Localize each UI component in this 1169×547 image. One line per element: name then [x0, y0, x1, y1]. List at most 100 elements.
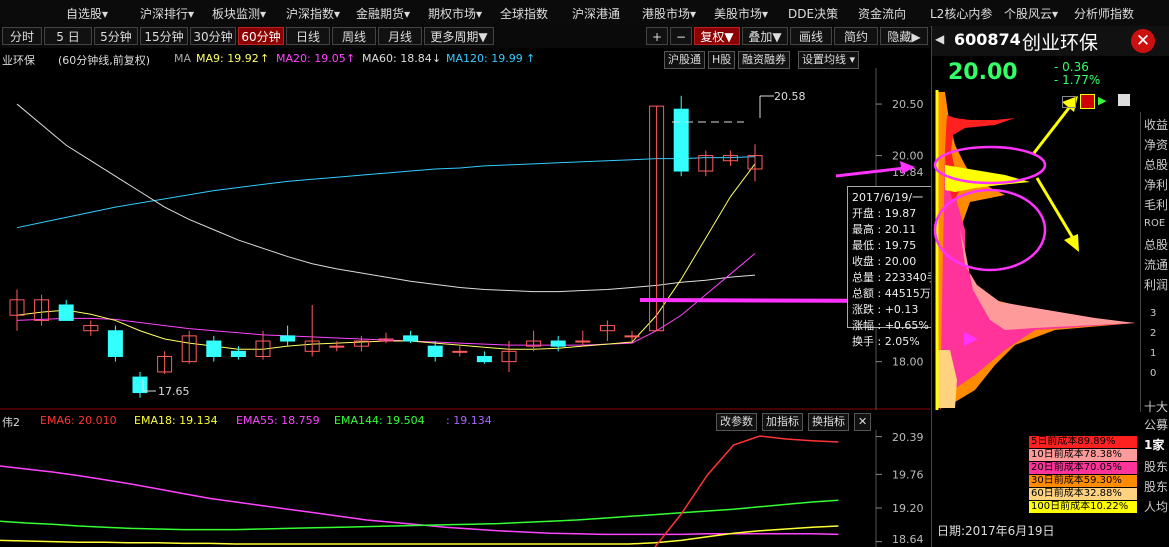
quote-header: ◀ 600874 创业环保 ✕: [932, 26, 1169, 56]
side-label: 净资: [1144, 138, 1169, 152]
ema-indicator-chart[interactable]: 20.39 19.76 19.20 18.64: [0, 430, 930, 547]
candle-body: [452, 350, 468, 353]
ema144-line: [0, 499, 839, 531]
period-month[interactable]: 月线: [378, 27, 422, 45]
list-icon[interactable]: [1062, 96, 1076, 108]
cost-row: 5日前成本89.89%: [1029, 436, 1137, 448]
candle-body: [403, 335, 419, 342]
cost-row: 60日前成本32.88%: [1029, 488, 1137, 500]
period-day[interactable]: 日线: [286, 27, 330, 45]
side-axis-label: 3: [1150, 308, 1157, 319]
arrow-down-icon: ↓: [432, 52, 442, 65]
chevron-left-icon[interactable]: ◀: [935, 32, 944, 46]
chart-desc-label: (60分钟线,前复权): [58, 54, 151, 67]
sub-legend-bar: 伟2 EMA6: 20.010 EMA18: 19.134 EMA55: 18.…: [0, 412, 930, 431]
sub-axis-label: 19.20: [892, 502, 924, 515]
menu-item[interactable]: 板块监测▾: [212, 5, 266, 22]
candle-body: [427, 345, 443, 357]
period-60min[interactable]: 60分钟: [238, 27, 284, 45]
ma120-line: [16, 156, 756, 229]
ema18-value: EMA18: 19.134: [134, 414, 218, 427]
ma-label: MA: [174, 52, 192, 65]
side-label: 总股: [1144, 238, 1169, 252]
ema144-value: EMA144: 19.504: [334, 414, 425, 427]
zoom-out-button[interactable]: −: [670, 27, 692, 45]
more-periods-button[interactable]: 更多周期▼: [424, 27, 494, 45]
menu-item[interactable]: 资金流向: [858, 5, 906, 22]
overlay-label: 叠加: [748, 30, 773, 44]
cost-row: 30日前成本59.30%: [1029, 475, 1137, 487]
extra-indicator-value: : 19.134: [446, 414, 492, 427]
draw-line-button[interactable]: 画线: [790, 27, 832, 45]
simple-mode-button[interactable]: 简约: [834, 27, 878, 45]
yellow-arrow-shaft: [1032, 103, 1074, 154]
sub-axis-label: 20.39: [892, 431, 924, 444]
menu-item[interactable]: 沪深指数▾: [286, 5, 340, 22]
menu-item[interactable]: 沪深排行▾: [140, 5, 194, 22]
arrow-up-icon: ↑: [346, 52, 356, 65]
menu-item[interactable]: 自选股▾: [66, 5, 108, 22]
set-ma-button[interactable]: 设置均线 ▾: [798, 51, 860, 69]
period-5min[interactable]: 5分钟: [94, 27, 138, 45]
indicator-name: 伟2: [2, 416, 20, 429]
pennant-icon[interactable]: ▶: [1098, 94, 1106, 107]
candle-body: [673, 108, 689, 172]
candle-body: [206, 340, 222, 357]
hide-button[interactable]: 隐藏▶: [880, 27, 928, 45]
close-icon[interactable]: ✕: [1131, 29, 1155, 53]
hide-label: 隐藏: [887, 30, 912, 44]
menu-item[interactable]: 分析师指数: [1074, 5, 1134, 22]
side-axis-label: 0: [1150, 368, 1157, 379]
flag-icon[interactable]: [1080, 94, 1095, 109]
side-label: 毛利: [1144, 198, 1169, 212]
period-15min[interactable]: 15分钟: [140, 27, 188, 45]
right-info-panel: ◀ 600874 创业环保 ✕ 20.00 - 0.36 - 1.77% ▶ 收…: [931, 26, 1169, 547]
zoom-in-button[interactable]: +: [646, 27, 668, 45]
menu-item[interactable]: 金融期货▾: [356, 5, 410, 22]
ma20-value: MA20: 19.05: [276, 52, 346, 65]
menu-item[interactable]: L2核心内参: [930, 5, 992, 22]
chevron-right-icon: ▶: [911, 30, 921, 44]
yellow-arrow-shaft: [1035, 177, 1076, 241]
candle-body: [476, 355, 492, 363]
side-axis-label: 2: [1150, 328, 1157, 339]
h-share-button[interactable]: H股: [708, 51, 736, 69]
menu-item[interactable]: 沪深港通: [572, 5, 620, 22]
menu-item[interactable]: 港股市场▾: [642, 5, 696, 22]
price-change-pct: - 1.77%: [1054, 73, 1101, 87]
margin-trading-button[interactable]: 融资融券: [738, 51, 790, 69]
menu-item[interactable]: 美股市场▾: [714, 5, 768, 22]
period-fenshi[interactable]: 分时: [2, 27, 42, 45]
edit-params-button[interactable]: 改参数: [716, 413, 757, 431]
side-label: 股东: [1144, 480, 1169, 494]
fuquan-button[interactable]: 复权▼: [694, 27, 740, 45]
overlay-button[interactable]: 叠加▼: [742, 27, 788, 45]
side-label: 股东: [1144, 460, 1169, 474]
candle-body: [230, 350, 246, 357]
candlestick-chart[interactable]: 20.5020.0019.8418.00 20.58 17.65: [0, 68, 930, 410]
magnifier-icon[interactable]: [1118, 94, 1130, 106]
ma120-value: MA120: 19.99: [446, 52, 523, 65]
change-indicator-button[interactable]: 换指标: [808, 413, 849, 431]
close-indicator-button[interactable]: ✕: [854, 413, 872, 431]
side-label: 收益: [1144, 118, 1169, 132]
menu-item[interactable]: 期权市场▾: [428, 5, 482, 22]
period-30min[interactable]: 30分钟: [190, 27, 236, 45]
side-label: 1家: [1144, 438, 1165, 452]
ma-legend-bar: 业环保 (60分钟线,前复权) MA MA9: 19.92 ↑ MA20: 19…: [0, 50, 930, 69]
more-periods-label: 更多周期: [430, 30, 479, 44]
side-label: 人均: [1144, 500, 1169, 514]
menu-item[interactable]: 个股风云▾: [1004, 5, 1058, 22]
add-indicator-button[interactable]: 加指标: [762, 413, 803, 431]
cost-row: 10日前成本78.38%: [1029, 449, 1137, 461]
menu-item[interactable]: DDE决策: [788, 5, 838, 22]
period-5day[interactable]: 5 日: [44, 27, 92, 45]
arrow-up-icon: ↑: [526, 52, 536, 65]
menu-item[interactable]: 全球指数: [500, 5, 548, 22]
period-week[interactable]: 周线: [332, 27, 376, 45]
ma60-value: MA60: 18.84: [362, 52, 432, 65]
hk-connect-button[interactable]: 沪股通: [664, 51, 705, 69]
side-label: 十大: [1144, 400, 1169, 414]
sub-axis-label: 19.76: [892, 468, 924, 481]
arrow-up-icon: ↑: [260, 52, 270, 65]
